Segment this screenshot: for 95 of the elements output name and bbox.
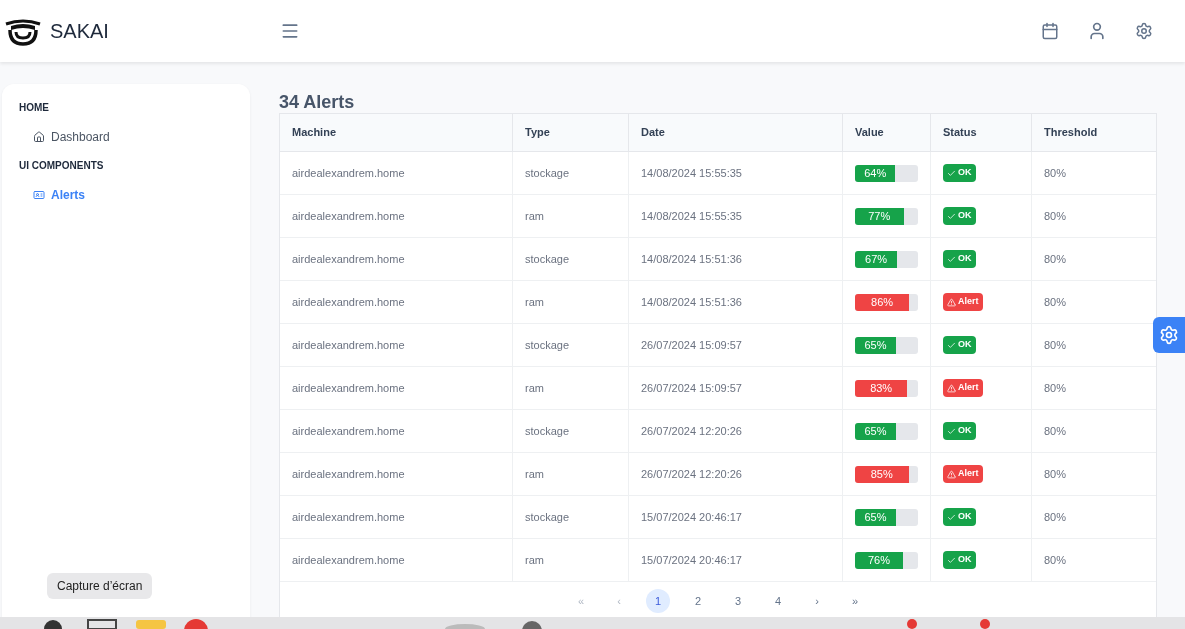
check-icon (947, 254, 956, 264)
user-icon[interactable] (1087, 21, 1107, 41)
table-cell: 80% (1031, 195, 1156, 237)
table-cell-text: airdealexandrem.home (291, 552, 406, 568)
table-cell: ram (512, 281, 628, 323)
table-cell: 15/07/2024 20:46:17 (628, 539, 842, 581)
page-button[interactable]: 1 (646, 589, 670, 613)
table-cell: stockage (512, 410, 628, 452)
column-header: Type (512, 114, 628, 151)
column-header: Value (842, 114, 930, 151)
value-fill: 65% (855, 508, 896, 526)
table-cell: 26/07/2024 15:09:57 (628, 324, 842, 366)
table-cell: 26/07/2024 12:20:26 (628, 453, 842, 495)
settings-button[interactable] (1153, 317, 1185, 353)
table-cell: ram (512, 195, 628, 237)
check-icon (947, 426, 956, 436)
value-fill: 86% (855, 293, 910, 311)
page-title: 34 Alerts (279, 91, 356, 113)
check-icon (947, 340, 956, 350)
column-header: Status (930, 114, 1031, 151)
status-badge: OK (943, 508, 976, 526)
table-cell: stockage (512, 238, 628, 280)
check-icon (947, 211, 956, 221)
table-cell: 80% (1031, 496, 1156, 538)
nav-item[interactable]: Dashboard (19, 128, 233, 146)
table-cell: 80% (1031, 367, 1156, 409)
table-cell-text: airdealexandrem.home (291, 165, 406, 181)
table-cell: 80% (1031, 238, 1156, 280)
table-cell: 26/07/2024 12:20:26 (628, 410, 842, 452)
value-fill: 85% (855, 465, 909, 483)
settings-icon[interactable] (1135, 22, 1153, 40)
value-fill: 67% (855, 250, 898, 268)
value-fill: 65% (855, 336, 896, 354)
table-cell: 26/07/2024 15:09:57 (628, 367, 842, 409)
table-cell: stockage (512, 496, 628, 538)
next-page-button[interactable]: › (806, 591, 828, 611)
status-badge: OK (943, 551, 976, 569)
table-cell-text: airdealexandrem.home (291, 466, 406, 482)
table-cell-text: airdealexandrem.home (291, 251, 406, 267)
nav-item[interactable]: Alerts (19, 186, 233, 204)
table-cell: ram (512, 539, 628, 581)
last-page-button[interactable]: » (844, 591, 866, 611)
value-fill: 77% (855, 207, 904, 225)
check-icon (947, 168, 956, 178)
warning-icon (947, 469, 956, 479)
status-badge: Alert (943, 379, 983, 397)
page-button[interactable]: 4 (766, 589, 790, 613)
value-fill: 64% (855, 164, 896, 182)
table-cell: 80% (1031, 539, 1156, 581)
check-icon (947, 512, 956, 522)
table-cell: 14/08/2024 15:51:36 (628, 281, 842, 323)
column-header: Machine (291, 125, 337, 141)
status-badge: OK (943, 207, 976, 225)
page-button[interactable]: 3 (726, 589, 750, 613)
table-cell: ram (512, 367, 628, 409)
table-cell: 14/08/2024 15:55:35 (628, 152, 842, 194)
value-fill: 83% (855, 379, 908, 397)
table-cell: stockage (512, 152, 628, 194)
table-cell-text: airdealexandrem.home (291, 337, 406, 353)
status-badge: OK (943, 164, 976, 182)
table-cell: 15/07/2024 20:46:17 (628, 496, 842, 538)
menu-icon[interactable] (280, 21, 300, 41)
status-badge: OK (943, 250, 976, 268)
table-cell: 14/08/2024 15:55:35 (628, 195, 842, 237)
section-title: UI COMPONENTS (19, 159, 105, 173)
check-icon (947, 555, 956, 565)
card-icon (33, 189, 45, 201)
table-cell: 80% (1031, 152, 1156, 194)
table-cell: stockage (512, 324, 628, 366)
warning-icon (947, 297, 956, 307)
table-cell-text: airdealexandrem.home (291, 294, 406, 310)
value-fill: 65% (855, 422, 896, 440)
section-title: HOME (19, 101, 50, 115)
value-fill: 76% (855, 551, 903, 569)
page-button[interactable]: 2 (686, 589, 710, 613)
column-header: Threshold (1031, 114, 1156, 151)
brand-name: SAKAI (50, 19, 109, 44)
calendar-icon[interactable] (1041, 22, 1059, 40)
table-cell: ram (512, 453, 628, 495)
table-cell-text: airdealexandrem.home (291, 509, 406, 525)
tooltip: Capture d’écran (47, 573, 153, 599)
table-cell-text: airdealexandrem.home (291, 208, 406, 224)
status-badge: OK (943, 422, 976, 440)
settings-icon (1159, 325, 1179, 345)
table-cell-text: airdealexandrem.home (291, 423, 406, 439)
table-cell-text: airdealexandrem.home (291, 380, 406, 396)
home-icon (33, 131, 45, 143)
table-cell: 14/08/2024 15:51:36 (628, 238, 842, 280)
status-badge: OK (943, 336, 976, 354)
status-badge: Alert (943, 465, 983, 483)
status-badge: Alert (943, 293, 983, 311)
table-cell: 80% (1031, 453, 1156, 495)
column-header: Date (628, 114, 842, 151)
warning-icon (947, 383, 956, 393)
table-cell: 80% (1031, 410, 1156, 452)
